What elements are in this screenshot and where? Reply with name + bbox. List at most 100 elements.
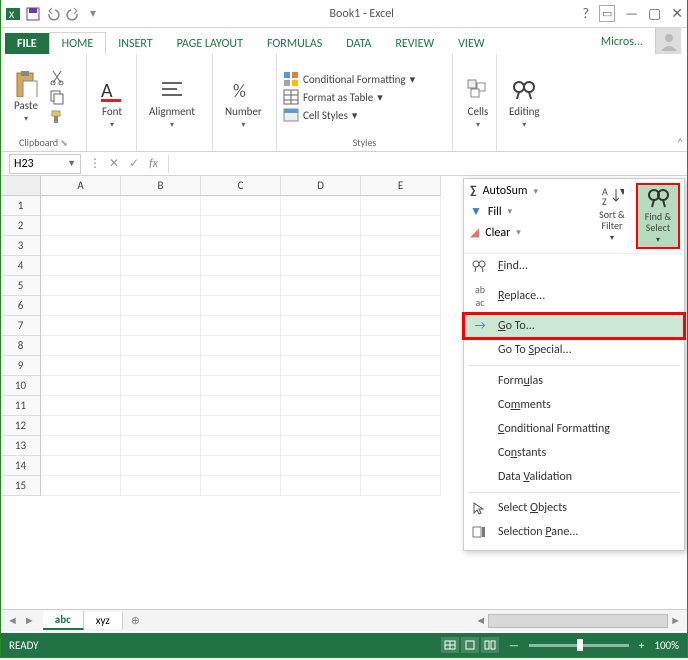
menu-constants[interactable]: Constants [464, 441, 684, 465]
tab-micros[interactable]: Micros... [589, 31, 655, 53]
column-header[interactable]: D [281, 176, 361, 196]
ribbon-display-icon[interactable]: ▭ [599, 5, 615, 22]
arrow-right-icon: → [472, 319, 488, 333]
qat-dropdown-icon[interactable]: ▾ [85, 6, 101, 22]
redo-icon[interactable] [65, 6, 81, 22]
maximize-icon[interactable]: ▢ [648, 5, 661, 22]
cell-styles-button[interactable]: Cell Styles ▾ [283, 107, 415, 123]
paste-button[interactable]: Paste ▾ [7, 58, 45, 136]
row-header[interactable]: 10 [1, 376, 41, 396]
new-sheet-icon[interactable]: ⊕ [123, 612, 148, 629]
close-icon[interactable]: ✕ [671, 5, 683, 22]
editing-button[interactable]: Editing▾ [503, 65, 546, 143]
tab-home[interactable]: HOME [49, 32, 107, 55]
row-header[interactable]: 3 [1, 236, 41, 256]
clear-button[interactable]: ◢ Clear ▾ [468, 224, 586, 241]
editing-dropdown-menu: ∑ AutoSum ▾ ▼ Fill ▾ ◢ Clear ▾ AZ Sort &… [463, 178, 685, 551]
menu-selection-pane[interactable]: Selection Pane... [464, 520, 684, 544]
enter-formula-icon[interactable]: ✓ [129, 156, 139, 171]
hscroll-right-icon[interactable]: ► [670, 614, 681, 627]
font-button[interactable]: A Font▾ [93, 65, 131, 143]
zoom-out-icon[interactable]: — [509, 639, 519, 652]
row-header[interactable]: 12 [1, 416, 41, 436]
page-layout-view-icon[interactable] [461, 637, 479, 653]
row-header[interactable]: 14 [1, 456, 41, 476]
row-header[interactable]: 9 [1, 356, 41, 376]
row-header[interactable]: 1 [1, 196, 41, 216]
menu-select-objects[interactable]: Select Objects [464, 496, 684, 520]
svg-text:%: % [233, 80, 246, 102]
format-painter-icon[interactable] [49, 109, 65, 125]
tab-formulas[interactable]: FORMULAS [255, 33, 334, 55]
styles-group-label: Styles [283, 136, 446, 151]
menu-cond-format[interactable]: Conditional Formatting [464, 417, 684, 441]
menu-formulas[interactable]: Formulas [464, 369, 684, 393]
sheet-tab-xyz[interactable]: xyz [84, 612, 123, 629]
row-header[interactable]: 7 [1, 316, 41, 336]
cells-label: Cells [468, 105, 489, 118]
zoom-level[interactable]: 100% [654, 639, 679, 652]
formula-bar-input[interactable] [168, 155, 679, 173]
format-as-table-button[interactable]: Format as Table ▾ [283, 89, 415, 105]
tab-data[interactable]: DATA [334, 33, 383, 55]
tab-file[interactable]: FILE [5, 33, 49, 55]
zoom-in-icon[interactable]: + [639, 639, 644, 652]
sheet-nav-next-icon[interactable]: ► [24, 614, 35, 627]
save-icon[interactable] [25, 6, 41, 22]
cancel-formula-icon[interactable]: ✕ [109, 156, 119, 171]
menu-replace[interactable]: abacReplace... [464, 278, 684, 314]
menu-data-validation[interactable]: Data Validation [464, 465, 684, 489]
number-label: Number [225, 105, 262, 118]
name-box[interactable]: H23 ▼ [9, 154, 81, 174]
page-break-view-icon[interactable] [481, 637, 499, 653]
row-header[interactable]: 6 [1, 296, 41, 316]
alignment-button[interactable]: Alignment▾ [143, 65, 201, 143]
replace-icon: abac [472, 283, 488, 309]
minimize-icon[interactable]: — [625, 5, 638, 22]
hscroll-left-icon[interactable]: ◄ [475, 614, 486, 627]
zoom-slider[interactable] [529, 644, 629, 647]
help-icon[interactable]: ? [582, 5, 589, 22]
copy-icon[interactable] [49, 89, 65, 105]
select-all-cell[interactable] [1, 176, 41, 196]
sort-filter-button[interactable]: AZ Sort & Filter▾ [590, 183, 634, 249]
tab-view[interactable]: VIEW [446, 33, 496, 55]
cut-icon[interactable] [49, 69, 65, 85]
tab-insert[interactable]: INSERT [106, 33, 164, 55]
alignment-label: Alignment [149, 105, 195, 118]
row-header[interactable]: 11 [1, 396, 41, 416]
tab-page-layout[interactable]: PAGE LAYOUT [165, 33, 255, 55]
row-header[interactable]: 15 [1, 476, 41, 496]
tab-review[interactable]: REVIEW [383, 33, 446, 55]
row-header[interactable]: 4 [1, 256, 41, 276]
fx-icon[interactable]: fx [149, 157, 158, 171]
undo-icon[interactable] [45, 6, 61, 22]
menu-find[interactable]: Find... [464, 254, 684, 278]
column-header[interactable]: C [201, 176, 281, 196]
column-header[interactable]: A [41, 176, 121, 196]
sheet-nav-prev-icon[interactable]: ◄ [7, 614, 18, 627]
number-button[interactable]: % Number▾ [219, 65, 268, 143]
find-select-button[interactable]: Find & Select▾ [636, 183, 680, 249]
row-header[interactable]: 13 [1, 436, 41, 456]
svg-text:X: X [9, 8, 15, 21]
column-header[interactable]: E [361, 176, 441, 196]
dropdown-icon[interactable]: ▼ [67, 158, 76, 169]
menu-goto[interactable]: →Go To... [464, 314, 684, 338]
row-header[interactable]: 8 [1, 336, 41, 356]
user-avatar-icon[interactable] [655, 28, 681, 54]
conditional-formatting-button[interactable]: Conditional Formatting ▾ [283, 71, 415, 87]
menu-goto-special[interactable]: Go To Special... [464, 338, 684, 362]
row-header[interactable]: 5 [1, 276, 41, 296]
sheet-tab-abc[interactable]: abc [43, 611, 84, 630]
row-header[interactable]: 2 [1, 216, 41, 236]
paste-label: Paste [14, 99, 38, 112]
horizontal-scrollbar[interactable] [488, 614, 668, 628]
cells-button[interactable]: Cells▾ [459, 65, 497, 143]
menu-comments[interactable]: Comments [464, 393, 684, 417]
normal-view-icon[interactable] [441, 637, 459, 653]
autosum-button[interactable]: ∑ AutoSum ▾ [468, 183, 586, 199]
fill-button[interactable]: ▼ Fill ▾ [468, 203, 586, 220]
collapse-ribbon-icon[interactable]: ^ [678, 136, 683, 149]
column-header[interactable]: B [121, 176, 201, 196]
